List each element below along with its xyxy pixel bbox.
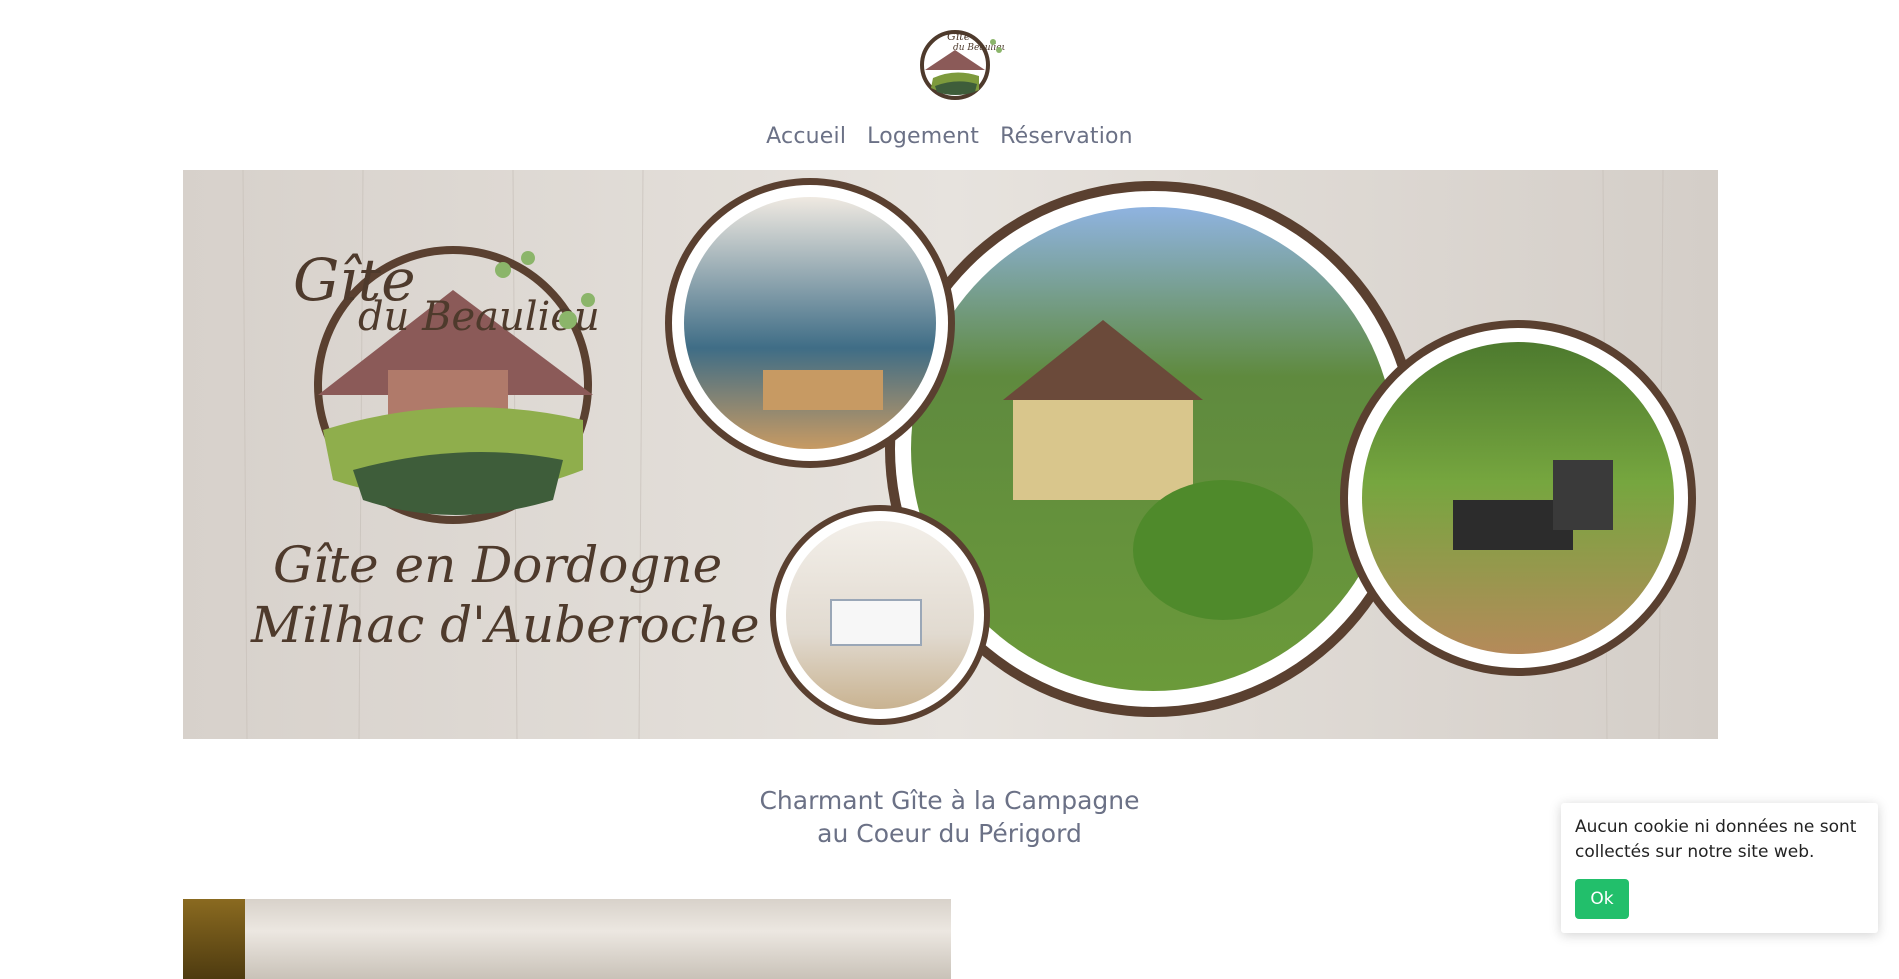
logo-emblem: Gîte du Beaulieu (920, 30, 1008, 100)
content-photo (183, 899, 951, 979)
photo-terrace (1340, 320, 1696, 676)
banner-title-line1: Gîte en Dordogne (273, 536, 722, 594)
content-photo-edge (183, 899, 245, 979)
cookie-message: Aucun cookie ni données ne sont collecté… (1575, 817, 1857, 862)
nav-accueil[interactable]: Accueil (766, 124, 846, 149)
cookie-ok-button[interactable]: Ok (1575, 879, 1629, 919)
nav-logement[interactable]: Logement (867, 124, 979, 149)
banner-title-line2: Milhac d'Auberoche (250, 596, 760, 654)
content-photo-surface (245, 899, 951, 979)
logo-text-line1: Gîte (947, 30, 971, 43)
site-logo[interactable]: Gîte du Beaulieu (905, 20, 1008, 102)
hero-banner: Gîte du Beaulieu Gîte en Dordogne Milhac… (183, 170, 1718, 739)
photo-living-room (665, 178, 955, 468)
cookie-banner: Aucun cookie ni données ne sont collecté… (1561, 803, 1878, 933)
nav-reservation[interactable]: Réservation (1000, 124, 1133, 149)
main-nav: Accueil Logement Réservation (0, 124, 1899, 149)
photo-bedroom (770, 505, 990, 725)
